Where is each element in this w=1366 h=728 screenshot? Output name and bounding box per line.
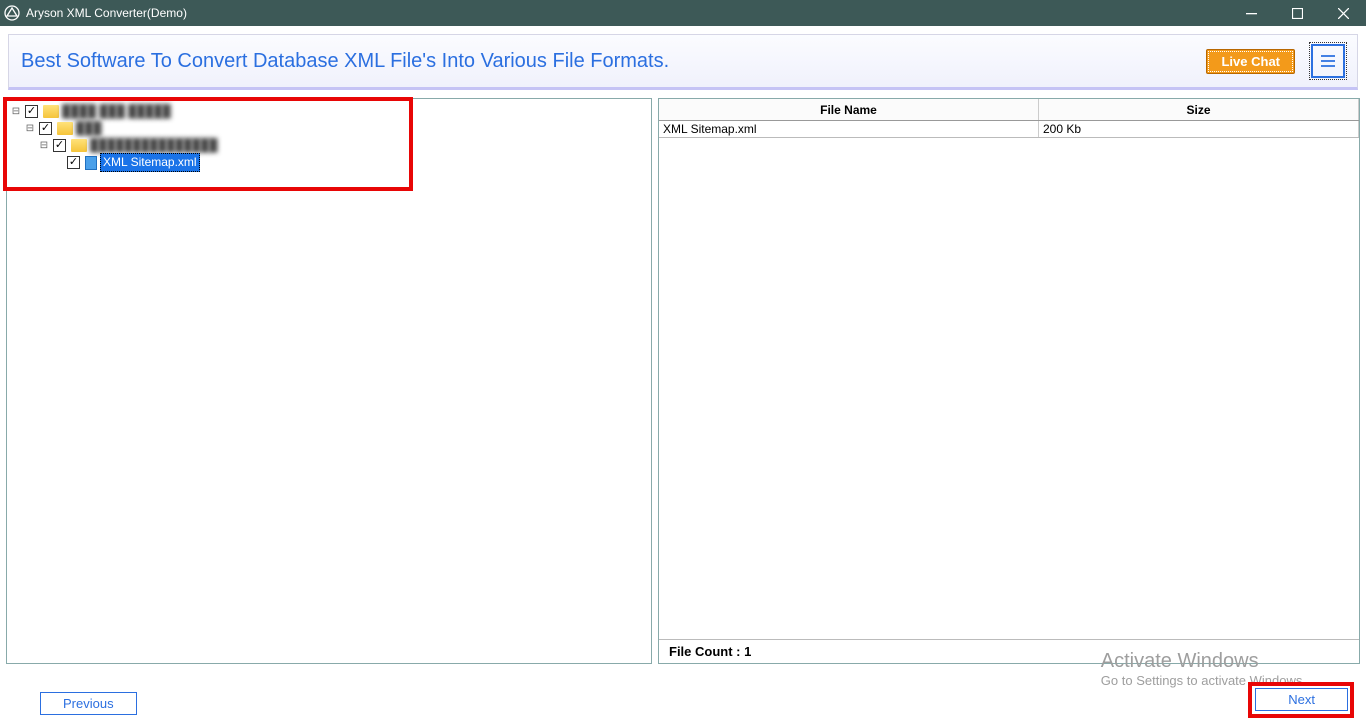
next-button[interactable]: Next [1255, 688, 1348, 711]
tree-node-file[interactable]: ✓ XML Sitemap.xml [9, 154, 649, 171]
tree-label-selected: XML Sitemap.xml [100, 153, 200, 172]
file-tree: ⊟ ✓ ████ ███ █████ ⊟ ✓ ███ ⊟ ✓ █████████… [7, 99, 651, 175]
file-list-panel: File Name Size XML Sitemap.xml 200 Kb Fi… [658, 98, 1360, 664]
folder-icon [57, 122, 73, 135]
banner-area: Best Software To Convert Database XML Fi… [0, 26, 1366, 98]
table-row[interactable]: XML Sitemap.xml 200 Kb [659, 121, 1359, 138]
tree-node-level2[interactable]: ⊟ ✓ ███████████████ [9, 137, 649, 154]
tree-node-root[interactable]: ⊟ ✓ ████ ███ █████ [9, 103, 649, 120]
watermark-line2: Go to Settings to activate Windows. [1101, 673, 1306, 688]
folder-icon [71, 139, 87, 152]
banner-headline: Best Software To Convert Database XML Fi… [21, 50, 669, 73]
collapse-icon[interactable]: ⊟ [23, 120, 37, 137]
collapse-icon[interactable]: ⊟ [9, 103, 23, 120]
window-title: Aryson XML Converter(Demo) [26, 6, 187, 20]
collapse-icon[interactable]: ⊟ [37, 137, 51, 154]
window-controls [1228, 0, 1366, 26]
tree-label: ███████████████ [90, 137, 218, 154]
folder-icon [43, 105, 59, 118]
live-chat-button[interactable]: Live Chat [1206, 49, 1295, 74]
xml-file-icon [85, 156, 97, 170]
tree-label: ███ [76, 120, 102, 137]
tree-node-level1[interactable]: ⊟ ✓ ███ [9, 120, 649, 137]
hamburger-menu-button[interactable] [1311, 44, 1345, 78]
table-body: XML Sitemap.xml 200 Kb [659, 121, 1359, 639]
cell-file-name: XML Sitemap.xml [659, 121, 1039, 137]
cell-size: 200 Kb [1039, 121, 1359, 137]
close-button[interactable] [1320, 0, 1366, 26]
column-file-name[interactable]: File Name [659, 99, 1039, 120]
titlebar: Aryson XML Converter(Demo) [0, 0, 1366, 26]
previous-button[interactable]: Previous [40, 692, 137, 715]
tree-label: ████ ███ █████ [62, 103, 171, 120]
main-area: ⊟ ✓ ████ ███ █████ ⊟ ✓ ███ ⊟ ✓ █████████… [0, 98, 1366, 664]
banner: Best Software To Convert Database XML Fi… [8, 34, 1358, 90]
tree-panel: ⊟ ✓ ████ ███ █████ ⊟ ✓ ███ ⊟ ✓ █████████… [6, 98, 652, 664]
table-header: File Name Size [659, 99, 1359, 121]
checkbox[interactable]: ✓ [25, 105, 38, 118]
bottom-bar: Previous Next [0, 688, 1366, 722]
file-count-label: File Count : 1 [659, 639, 1359, 663]
app-icon [4, 5, 20, 21]
checkbox[interactable]: ✓ [67, 156, 80, 169]
minimize-button[interactable] [1228, 0, 1274, 26]
maximize-button[interactable] [1274, 0, 1320, 26]
checkbox[interactable]: ✓ [53, 139, 66, 152]
checkbox[interactable]: ✓ [39, 122, 52, 135]
column-size[interactable]: Size [1039, 99, 1359, 120]
